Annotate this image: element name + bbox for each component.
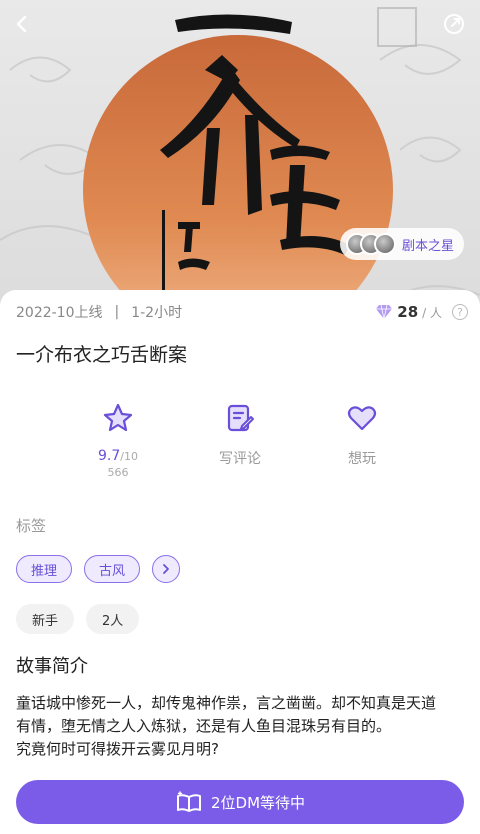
tag-ancient-style[interactable]: 古风 (84, 555, 141, 583)
meta-row: 2022-10上线 | 1-2小时 28 / 人 ? (16, 300, 468, 324)
share-icon (444, 14, 464, 34)
story-intro-body: 童话城中惨死一人，却传鬼神作祟，言之凿凿。却不知真是天道 有情，堕无情之人入炼狱… (16, 692, 468, 761)
story-intro-title: 故事简介 (16, 656, 88, 677)
chevron-left-icon (16, 15, 27, 33)
club-badge[interactable]: 剧本之星 (339, 228, 464, 260)
rating-count: 566 (107, 466, 129, 479)
action-row: 9.7/10 566 写评论 想玩 (0, 402, 480, 492)
star-icon (103, 403, 133, 432)
book-icon (176, 791, 201, 812)
duration: 1-2小时 (131, 305, 183, 321)
tag-player-count[interactable]: 2人 (86, 604, 140, 634)
script-title: 一介布衣之巧舌断案 (16, 344, 188, 366)
cover-image: 剧本之星 (0, 0, 480, 310)
cover-artwork (0, 7, 480, 310)
more-tags-button[interactable] (152, 555, 181, 583)
secondary-tags: 新手 2人 (16, 604, 140, 634)
meta-separator: | (114, 304, 120, 320)
tag-mystery[interactable]: 推理 (16, 555, 73, 583)
avatar (373, 233, 396, 255)
want-to-play-button[interactable]: 想玩 (314, 402, 410, 468)
back-button[interactable] (6, 8, 38, 40)
price-unit: / 人 (422, 305, 442, 320)
rating-max: /10 (120, 450, 138, 463)
price: 28 / 人 ? (375, 303, 468, 321)
rating-score: 9.7/10 (70, 448, 166, 464)
story-line: 究竟何时可得拨开云雾见月明? (16, 740, 219, 758)
rating-value: 9.7 (98, 448, 121, 464)
chevron-right-icon (163, 564, 169, 574)
club-avatars (345, 233, 396, 255)
write-review-label: 写评论 (219, 451, 261, 467)
want-to-play-label: 想玩 (348, 451, 376, 467)
share-button[interactable] (438, 8, 470, 40)
price-value: 28 (397, 303, 419, 321)
launch-date: 2022-10上线 (16, 305, 103, 321)
rating-button[interactable]: 9.7/10 566 (70, 402, 166, 479)
dm-waiting-label: 2位DM等待中 (210, 793, 306, 812)
heart-icon (347, 406, 377, 431)
detail-sheet: 2022-10上线 | 1-2小时 28 / 人 ? 一介布衣之巧舌断案 9.7… (0, 290, 480, 834)
primary-tags: 推理 古风 (16, 555, 181, 583)
edit-icon (227, 404, 254, 432)
tag-beginner[interactable]: 新手 (16, 604, 75, 634)
help-icon[interactable]: ? (452, 304, 468, 320)
story-line: 童话城中惨死一人，却传鬼神作祟，言之凿凿。却不知真是天道 (16, 694, 437, 712)
diamond-icon (376, 304, 393, 320)
story-line: 有情，堕无情之人入炼狱，还是有人鱼目混珠另有目的。 (16, 717, 392, 735)
dm-waiting-button[interactable]: 2位DM等待中 (16, 780, 464, 824)
write-review-button[interactable]: 写评论 (192, 402, 288, 468)
club-name: 剧本之星 (401, 238, 454, 254)
tags-label: 标签 (16, 517, 47, 535)
